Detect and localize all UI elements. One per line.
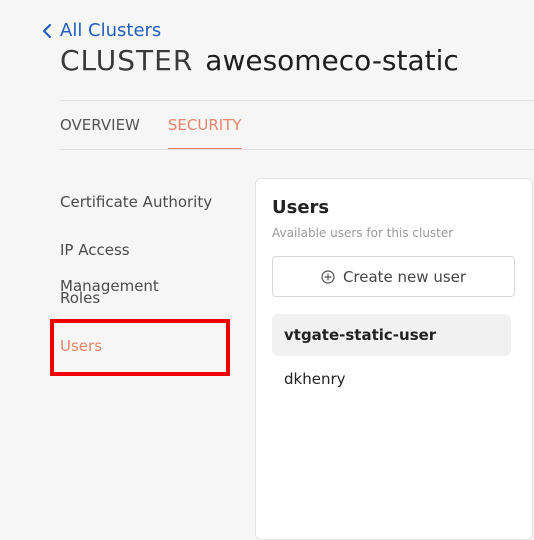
page-title: CLUSTER awesomeco-static: [60, 44, 459, 77]
tab-security[interactable]: SECURITY: [167, 116, 242, 149]
user-name: vtgate-static-user: [284, 326, 437, 344]
cluster-name: awesomeco-static: [205, 44, 459, 77]
users-panel: Users Available users for this cluster C…: [255, 178, 533, 540]
create-new-user-label: Create new user: [342, 267, 467, 286]
back-to-all-clusters-link[interactable]: All Clusters: [42, 20, 161, 41]
back-link-label: All Clusters: [60, 20, 162, 41]
header-divider: [60, 100, 534, 101]
user-name: dkhenry: [284, 370, 346, 388]
panel-subtitle: Available users for this cluster: [272, 226, 454, 240]
highlight-box: [50, 319, 230, 376]
sidebar-item-ip-access-management[interactable]: IP Access Management: [60, 232, 230, 295]
cluster-kind-label: CLUSTER: [60, 44, 194, 77]
chevron-left-icon: [42, 23, 52, 38]
tabs-divider: [60, 149, 534, 150]
plus-circle-icon: [321, 269, 335, 284]
tab-bar: OVERVIEW SECURITY: [60, 116, 242, 149]
sidebar-item-certificate-authority[interactable]: Certificate Authority: [60, 184, 230, 232]
user-row-vtgate-static-user[interactable]: vtgate-static-user: [272, 314, 511, 356]
user-row-dkhenry[interactable]: dkhenry: [272, 358, 511, 400]
panel-title: Users: [272, 197, 330, 218]
tab-overview[interactable]: OVERVIEW: [60, 116, 140, 149]
create-new-user-button[interactable]: Create new user: [272, 256, 515, 297]
